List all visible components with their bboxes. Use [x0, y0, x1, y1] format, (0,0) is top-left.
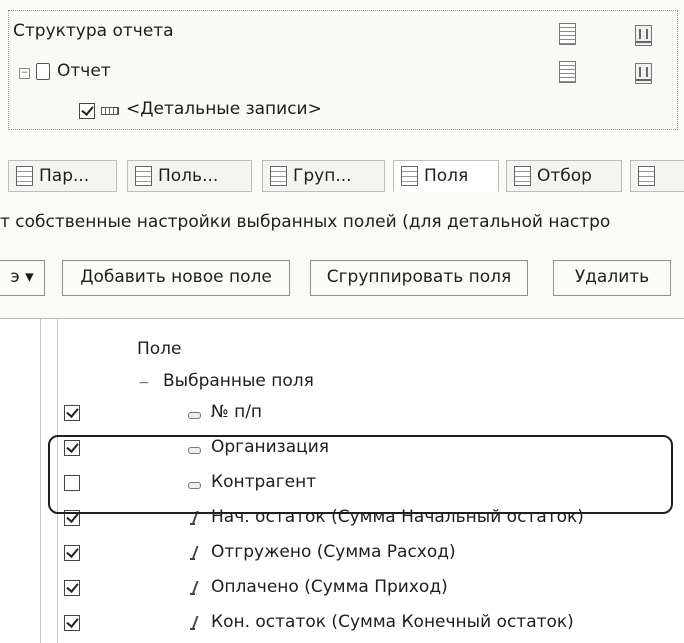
report-icon [36, 63, 50, 80]
filter-icon [514, 166, 531, 186]
field-row[interactable]: Оплачено (Сумма Приход) [211, 577, 448, 597]
field-checkbox[interactable] [64, 615, 80, 631]
user-fields-icon [135, 166, 152, 186]
settings-tabs: Пар... Поль... Груп... Поля Отбор [0, 160, 684, 192]
report-table-icon[interactable] [559, 61, 576, 83]
function-icon [190, 616, 199, 630]
field-checkbox[interactable] [64, 545, 80, 561]
parameters-icon [16, 166, 33, 186]
tab-next-icon [638, 166, 655, 186]
structure-title: Структура отчета [13, 21, 174, 41]
grouping-icon [270, 166, 287, 186]
field-row[interactable]: Кон. остаток (Сумма Конечный остаток) [211, 612, 574, 632]
detail-records-icon [101, 107, 119, 115]
tab-label: Груп... [293, 166, 352, 186]
tab-parameters[interactable]: Пар... [8, 160, 117, 192]
detail-records-checkbox[interactable] [79, 103, 95, 119]
column-header-field[interactable]: Поле [137, 339, 182, 359]
tab-grouping[interactable]: Груп... [262, 160, 385, 192]
tab-fields[interactable]: Поля [393, 160, 499, 192]
report-filter-icon[interactable] [635, 63, 652, 84]
collapse-icon[interactable]: − [138, 375, 150, 391]
more-menu-button[interactable]: э ▾ [0, 260, 45, 296]
group-fields-button[interactable]: Сгруппировать поля [310, 260, 528, 296]
field-checkbox[interactable] [64, 405, 80, 421]
column-divider [40, 319, 41, 643]
field-checkbox[interactable] [64, 580, 80, 596]
function-icon [190, 581, 199, 595]
field-row[interactable]: Отгружено (Сумма Расход) [211, 542, 456, 562]
tab-user-fields[interactable]: Поль... [127, 160, 252, 192]
tab-label: Пар... [39, 166, 90, 186]
report-structure-panel: Структура отчета − Отчет <Детальные запи… [8, 10, 678, 130]
tab-label: Поля [424, 166, 469, 186]
collapse-icon[interactable]: − [19, 68, 30, 79]
structure-table-icon[interactable] [559, 23, 576, 45]
fields-icon [401, 166, 418, 186]
function-icon [190, 546, 199, 560]
add-field-button[interactable]: Добавить новое поле [62, 260, 290, 296]
field-row[interactable]: № п/п [211, 402, 262, 422]
fields-description: т собственные настройки выбранных полей … [0, 212, 611, 232]
tab-label: Отбор [537, 166, 592, 186]
structure-filter-icon[interactable] [635, 25, 652, 46]
field-icon [188, 412, 201, 419]
structure-report-node[interactable]: Отчет [57, 61, 111, 81]
structure-detail-node[interactable]: <Детальные записи> [126, 99, 322, 119]
tab-next[interactable] [630, 160, 684, 192]
tab-label: Поль... [158, 166, 219, 186]
group-selected-fields[interactable]: Выбранные поля [163, 371, 314, 391]
delete-button[interactable]: Удалить [553, 260, 671, 296]
tab-filter[interactable]: Отбор [506, 160, 622, 192]
highlight-box [48, 435, 673, 514]
